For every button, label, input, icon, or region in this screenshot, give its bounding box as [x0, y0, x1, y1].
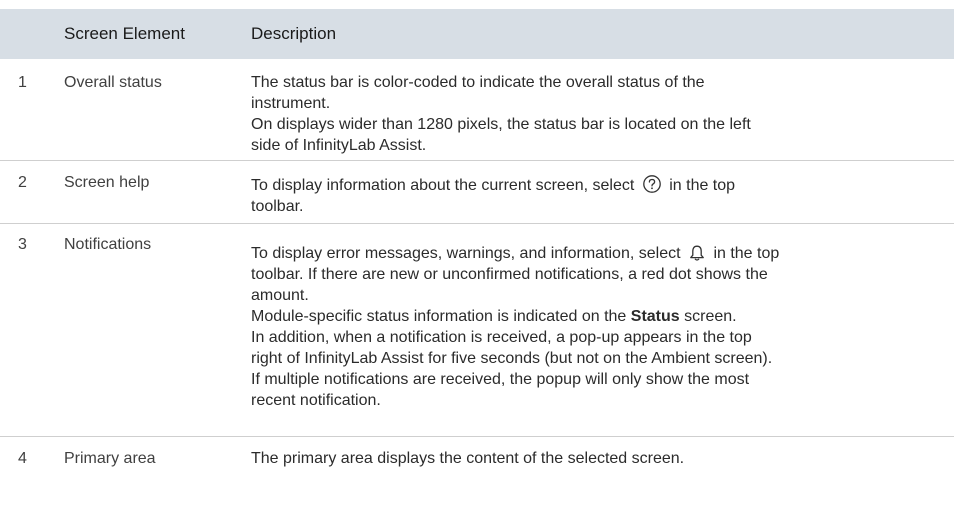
bell-icon: [688, 244, 706, 262]
row-element: Primary area: [64, 450, 156, 467]
description-line: side of InfinityLab Assist.: [251, 137, 427, 154]
table-row: 3 Notifications To display error message…: [0, 224, 954, 437]
description-line: If multiple notifications are received, …: [251, 371, 750, 388]
description-text: in the top: [713, 245, 780, 262]
row-element: Screen help: [64, 174, 150, 191]
description-line: To display error messages, warnings, and…: [251, 243, 941, 264]
row-number: 3: [18, 236, 27, 253]
table-row: 2 Screen help To display information abo…: [0, 161, 954, 224]
description-line: right of InfinityLab Assist for five sec…: [251, 350, 773, 367]
status-screen-label: Status: [630, 308, 680, 325]
row-number: 2: [18, 174, 27, 191]
question-circle-icon: [642, 174, 662, 194]
row-description: To display information about the current…: [251, 174, 941, 217]
description-text: To display error messages, warnings, and…: [251, 245, 681, 262]
row-element: Notifications: [64, 236, 152, 253]
table-row: 4 Primary area The primary area displays…: [0, 437, 954, 477]
description-line: recent notification.: [251, 392, 381, 409]
table-header: Screen Element Description: [0, 9, 954, 59]
row-description: The primary area displays the content of…: [251, 448, 941, 469]
row-element: Overall status: [64, 74, 162, 91]
screen-elements-table: Screen Element Description 1 Overall sta…: [0, 9, 954, 477]
description-line: toolbar. If there are new or unconfirmed…: [251, 266, 768, 283]
header-description: Description: [251, 24, 337, 43]
description-line: In addition, when a notification is rece…: [251, 329, 752, 346]
description-text: Module-specific status information is in…: [251, 308, 627, 325]
description-line: The status bar is color-coded to indicat…: [251, 74, 705, 91]
description-line: amount.: [251, 287, 309, 304]
description-text: in the top: [669, 177, 736, 194]
description-line: toolbar.: [251, 198, 304, 215]
description-line: On displays wider than 1280 pixels, the …: [251, 116, 751, 133]
row-description: To display error messages, warnings, and…: [251, 243, 941, 411]
description-text: screen.: [684, 308, 737, 325]
description-line: The primary area displays the content of…: [251, 450, 685, 467]
row-number: 4: [18, 450, 27, 467]
header-screen-element: Screen Element: [64, 24, 185, 43]
row-description: The status bar is color-coded to indicat…: [251, 72, 941, 156]
table-row: 1 Overall status The status bar is color…: [0, 59, 954, 161]
row-number: 1: [18, 74, 27, 91]
description-text: To display information about the current…: [251, 177, 635, 194]
description-line: instrument.: [251, 95, 331, 112]
description-line: Module-specific status information is in…: [251, 306, 941, 327]
description-line: To display information about the current…: [251, 174, 941, 196]
